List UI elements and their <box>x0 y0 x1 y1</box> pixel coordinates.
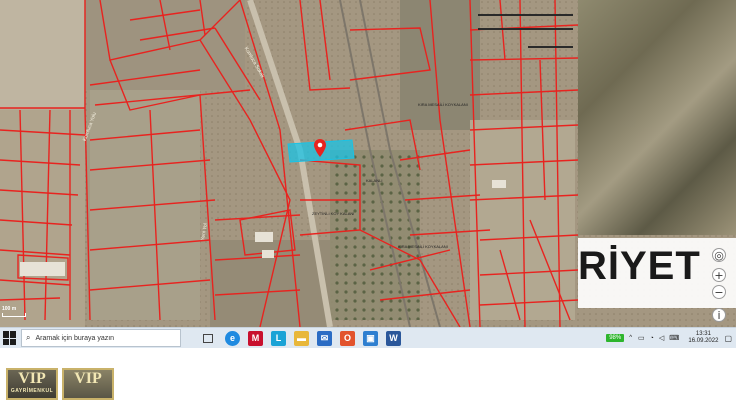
vip-logo-secondary: VIP <box>62 368 114 400</box>
locate-icon: ◎ <box>714 248 724 262</box>
mcafee-icon[interactable]: M <box>248 330 263 346</box>
clock-time: 13:31 <box>695 331 711 337</box>
wifi-icon[interactable]: ◔ <box>650 335 654 342</box>
scale-bar <box>2 313 26 317</box>
l-app-icon[interactable]: L <box>271 330 286 346</box>
windows-taskbar: ⌕ Aramak için buraya yazın e M L ▬ ✉ O ▣… <box>0 327 736 348</box>
start-button[interactable] <box>3 331 17 345</box>
notification-icon[interactable]: ▢ <box>724 334 732 343</box>
folder-icon[interactable]: ▬ <box>294 330 309 346</box>
battery-icon[interactable]: ▭ <box>638 334 645 342</box>
minus-icon: − <box>714 285 724 299</box>
vip-logo-primary: VIP GAYRİMENKUL <box>6 368 58 400</box>
parcel-label: KALANLI <box>366 178 383 183</box>
pinned-apps: e M L ▬ ✉ O ▣ W <box>221 330 405 346</box>
info-icon: i <box>717 308 721 322</box>
parcel-label: ZEYTİNLİ KOY KALANI <box>312 211 355 216</box>
chevron-up-icon[interactable]: ^ <box>629 335 632 341</box>
parcel-label: KIRA MESAİLİ KOYKALANI <box>398 244 448 249</box>
map-view[interactable]: KIRA MESAİLİ KOYKALANI ZEYTİNLİ KOY KALA… <box>0 0 736 327</box>
zoom-out-button[interactable]: − <box>712 285 726 299</box>
edge-icon[interactable]: e <box>225 330 240 346</box>
info-button[interactable]: i <box>712 308 726 322</box>
task-view-icon[interactable] <box>203 333 213 343</box>
mail-icon[interactable]: ✉ <box>317 330 332 346</box>
vip-logo-subtext: GAYRİMENKUL <box>10 388 54 394</box>
volume-icon[interactable]: ◁ <box>659 334 664 342</box>
parcel-label: KIRA MESAİLİ KOYKALANI <box>418 102 468 107</box>
location-pin-icon[interactable] <box>314 139 326 157</box>
keyboard-icon[interactable]: ⌨ <box>669 334 679 342</box>
zoom-in-button[interactable]: + <box>712 268 726 282</box>
scale-label: 100 m <box>2 306 17 312</box>
watermark-text: RİYET <box>578 244 701 288</box>
vip-logo-text: VIP <box>18 370 46 387</box>
blurred-satellite <box>578 0 736 235</box>
taskbar-search[interactable]: ⌕ Aramak için buraya yazın <box>21 329 181 347</box>
vip-logo-text: VIP <box>74 370 102 387</box>
plus-icon: + <box>714 268 724 282</box>
locate-button[interactable]: ◎ <box>712 248 726 262</box>
system-tray: 98% ^ ▭ ◔ ◁ ⌨ 13:31 16.09.2022 ▢ <box>606 328 736 348</box>
map-scale: 100 m <box>2 306 28 322</box>
search-icon: ⌕ <box>26 333 31 342</box>
word-icon[interactable]: W <box>386 330 401 346</box>
clock[interactable]: 13:31 16.09.2022 <box>688 331 718 345</box>
office-icon[interactable]: O <box>340 330 355 346</box>
branding-area: VIP GAYRİMENKUL VIP <box>0 348 736 405</box>
search-placeholder: Aramak için buraya yazın <box>35 334 115 342</box>
clock-date: 16.09.2022 <box>688 338 719 344</box>
battery-indicator[interactable]: 98% <box>606 334 625 342</box>
map-overlay-bars <box>468 0 578 60</box>
photos-icon[interactable]: ▣ <box>363 330 378 346</box>
